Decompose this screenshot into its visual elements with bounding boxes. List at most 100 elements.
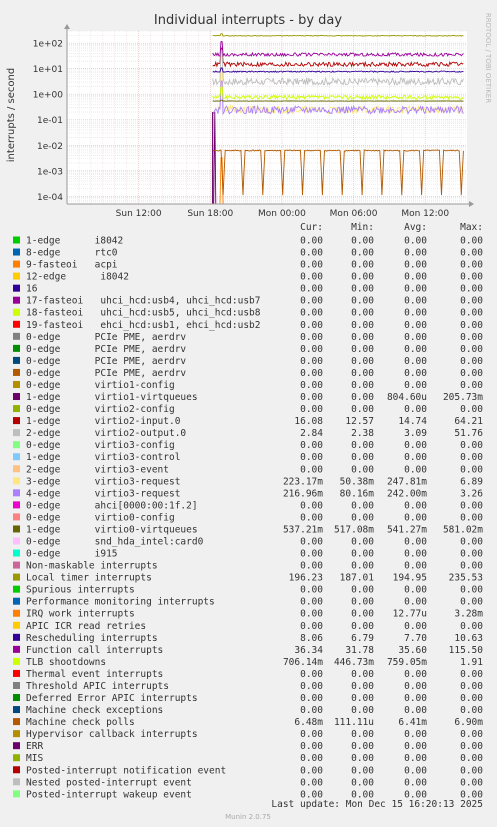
legend-swatch [13,477,20,485]
y-axis-label: interrupts / second [6,68,17,162]
legend-swatch [13,730,20,738]
legend-swatch [13,561,20,569]
legend-series-name: 9-fasteoi acpi [26,260,118,271]
legend-value: 0.00 [460,729,483,740]
legend-value: 581.02m [443,524,483,535]
legend-value: 0.00 [460,236,483,247]
legend-value: 0.00 [351,585,374,596]
legend-series-name: 0-edge virtio1-config [26,380,175,391]
legend-swatch [13,525,20,533]
legend-swatch [13,573,20,581]
legend-swatch [13,332,20,340]
legend-series-name: 2-edge virtio2-output.0 [26,428,186,439]
legend-value: 0.00 [460,356,483,367]
legend-swatch [13,489,20,497]
legend-value: 0.00 [404,729,427,740]
legend-swatch [13,742,20,750]
legend-series-name: 4-edge virtio3-request [26,488,180,499]
legend-value: 0.00 [404,308,427,319]
legend-swatch [13,356,20,364]
legend-value: 0.00 [300,597,323,608]
legend-swatch [13,429,20,437]
legend-value: 0.00 [460,404,483,415]
legend-value: 0.00 [460,440,483,451]
legend-value: 0.00 [351,452,374,463]
legend-value: 0.00 [300,236,323,247]
legend-value: 0.00 [460,621,483,632]
legend-value: 0.00 [460,380,483,391]
legend-value: 6.48m [294,717,323,728]
legend-value: 0.00 [351,440,374,451]
legend-value: 187.01 [340,573,375,584]
legend-series-name: TLB shootdowns [26,657,106,668]
legend-swatch [13,453,20,461]
legend-header: Avg: [404,222,427,233]
legend-value: 0.00 [300,272,323,283]
legend-swatch [13,441,20,449]
legend-value: 0.00 [404,380,427,391]
legend-swatch [13,501,20,509]
legend-value: 0.00 [300,440,323,451]
legend-value: 0.00 [351,368,374,379]
legend-series-name: 1-edge virtio2-input.0 [26,416,181,427]
x-tick-label: Sun 18:00 [187,209,233,219]
legend-value: 0.00 [300,681,323,692]
legend-value: 0.00 [404,669,427,680]
legend-value: 0.00 [404,741,427,752]
legend-value: 0.00 [460,452,483,463]
legend-series-name: 8-edge rtc0 [26,248,118,259]
legend-value: 0.00 [404,356,427,367]
legend-series-name: 1-edge virtio1-virtqueues [26,392,198,403]
legend-value: 111.11u [334,717,374,728]
legend-value: 0.00 [460,260,483,271]
legend-value: 0.00 [460,549,483,560]
legend-value: 0.00 [460,332,483,343]
x-tick-label: Mon 00:00 [258,209,306,219]
legend-value: 0.00 [300,344,323,355]
legend-value: 0.00 [351,609,374,620]
legend-value: 0.00 [404,404,427,415]
legend-value: 0.00 [300,669,323,680]
legend-swatch [13,694,20,702]
legend-value: 0.00 [351,344,374,355]
legend-swatch [13,718,20,726]
legend-swatch [13,633,20,641]
legend-value: 0.00 [404,753,427,764]
legend-series-name: Spurious interrupts [26,585,135,596]
legend-value: 0.00 [351,621,374,632]
legend-value: 759.05m [387,657,427,668]
y-tick-label: 1e-02 [37,142,63,152]
legend-value: 0.00 [351,681,374,692]
legend-swatch [13,405,20,413]
legend-value: 3.09 [404,428,427,439]
legend-value: 0.00 [404,549,427,560]
legend-series-name: 0-edge PCIe PME, aerdrv [26,344,186,355]
legend-value: 804.60u [387,392,427,403]
legend-value: 0.00 [351,392,374,403]
legend-value: 0.00 [351,537,374,548]
legend-value: 446.73m [334,657,374,668]
legend-value: 0.00 [300,561,323,572]
legend-value: 36.34 [294,645,323,656]
legend-value: 0.00 [404,693,427,704]
legend-value: 0.00 [300,308,323,319]
legend-value: 0.00 [460,344,483,355]
legend-value: 0.00 [404,597,427,608]
legend-value: 0.00 [351,777,374,788]
legend-value: 3.28m [454,609,483,620]
legend-value: 2.84 [300,428,323,439]
legend-series-name: Function call interrupts [26,645,163,656]
legend-value: 0.00 [460,284,483,295]
legend-swatch [13,393,20,401]
legend-swatch [13,272,20,280]
legend-value: 0.00 [300,320,323,331]
legend-series-name: Rescheduling interrupts [26,633,158,644]
legend-value: 0.00 [351,356,374,367]
legend-value: 706.14m [283,657,323,668]
legend-series-name: 0-edge virtio0-config [26,512,175,523]
legend-value: 3.26 [460,488,483,499]
legend-series-name: 0-edge ahci[0000:00:1f.2] [26,500,198,511]
legend-value: 0.00 [460,512,483,523]
legend-value: 0.00 [300,693,323,704]
legend-series-name: Threshold APIC interrupts [26,681,169,692]
